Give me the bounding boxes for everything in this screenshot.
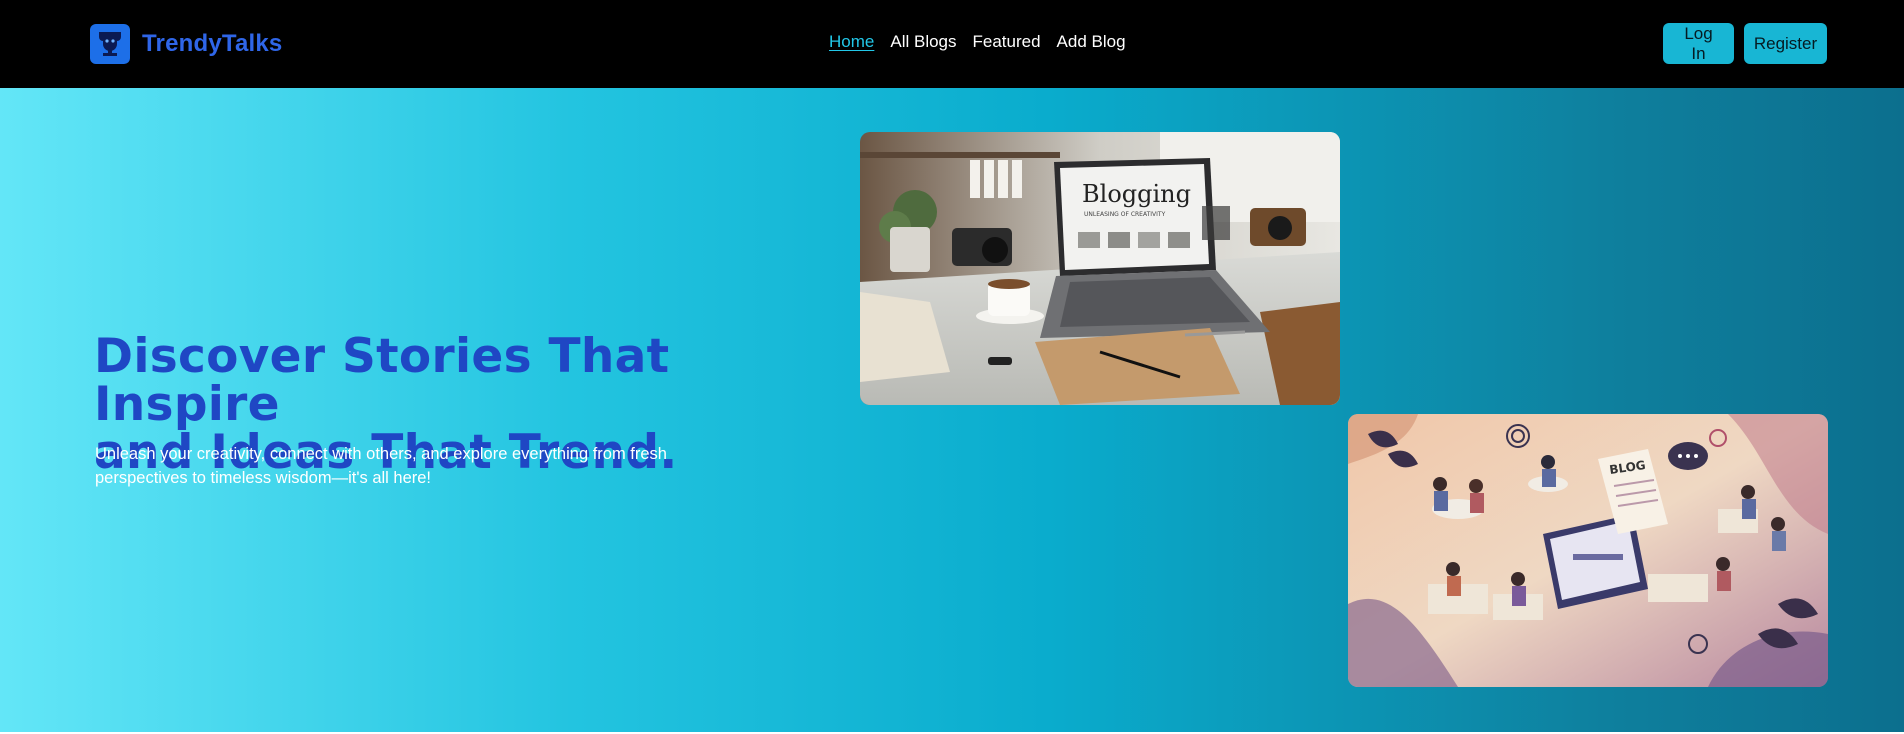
hero-image-desk-laptop: Blogging UNLEASING OF CREATIVITY [860,132,1340,405]
navbar: TrendyTalks Home All Blogs Featured Add … [0,0,1904,88]
nav-link-featured[interactable]: Featured [973,32,1041,52]
brand-name: TrendyTalks [142,30,283,57]
hero-subtitle: Unleash your creativity, connect with ot… [95,442,695,490]
main-nav: Home All Blogs Featured Add Blog [829,32,1126,52]
nav-link-all-blogs[interactable]: All Blogs [890,32,956,52]
image1-subtext: UNLEASING OF CREATIVITY [1084,211,1166,218]
register-button[interactable]: Register [1744,23,1827,64]
trophy-logo-icon [90,24,130,64]
hero-subtitle-line-2: perspectives to timeless wisdom—it's all… [95,469,432,487]
hero-subtitle-line-1: Unleash your creativity, connect with ot… [95,445,667,463]
brand-link[interactable]: TrendyTalks [90,24,282,64]
nav-link-home[interactable]: Home [829,32,874,52]
hero-section: Discover Stories That Inspire and Ideas … [0,88,1904,734]
hero-title-line-1: Discover Stories That Inspire [94,329,670,432]
nav-link-add-blog[interactable]: Add Blog [1057,32,1126,52]
image1-blogging-text: Blogging [1082,180,1191,208]
hero-image-blog-illustration: BLOG [1348,414,1828,687]
login-button[interactable]: Log In [1663,23,1734,64]
auth-buttons: Log In Register [1663,23,1827,64]
